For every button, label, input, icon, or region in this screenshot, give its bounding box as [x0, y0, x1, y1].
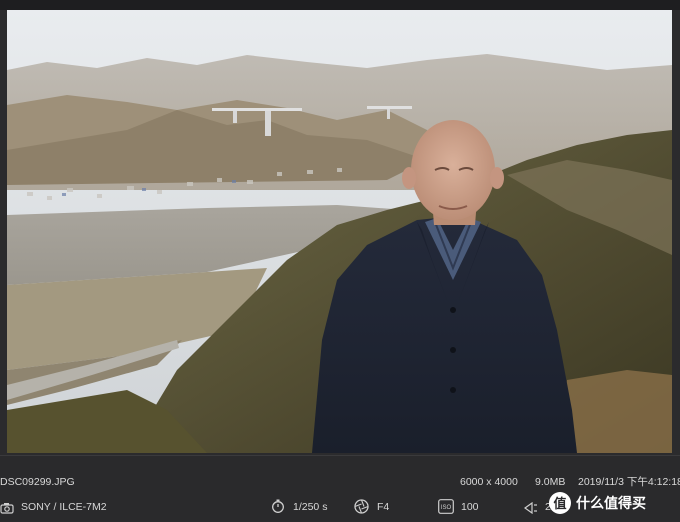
- photo-preview[interactable]: [7, 10, 672, 453]
- shutter-speed-label: 1/250 s: [293, 501, 328, 513]
- aperture-label: F4: [377, 501, 390, 513]
- window-top-bar: [0, 0, 680, 10]
- svg-text:值: 值: [553, 496, 566, 511]
- watermark-badge: 值 什么值得买: [548, 489, 678, 517]
- filename-label: DSC09299.JPG: [0, 476, 75, 488]
- dimensions-label: 6000 x 4000: [460, 476, 518, 488]
- watermark-text: 什么值得买: [576, 495, 646, 511]
- lens-icon: [523, 500, 538, 522]
- camera-model-label: SONY / ILCE-7M2: [21, 501, 107, 513]
- photo-info-panel: DSC09299.JPG 6000 x 4000 9.0MB 2019/11/3…: [0, 455, 680, 521]
- svg-text:ISO: ISO: [441, 505, 452, 511]
- iso-icon: ISO: [438, 499, 454, 522]
- timer-icon: [271, 499, 285, 521]
- photo-image: [7, 10, 672, 453]
- iso-value-label: 100: [461, 501, 479, 513]
- aperture-icon: [354, 499, 369, 522]
- camera-icon: [0, 500, 14, 522]
